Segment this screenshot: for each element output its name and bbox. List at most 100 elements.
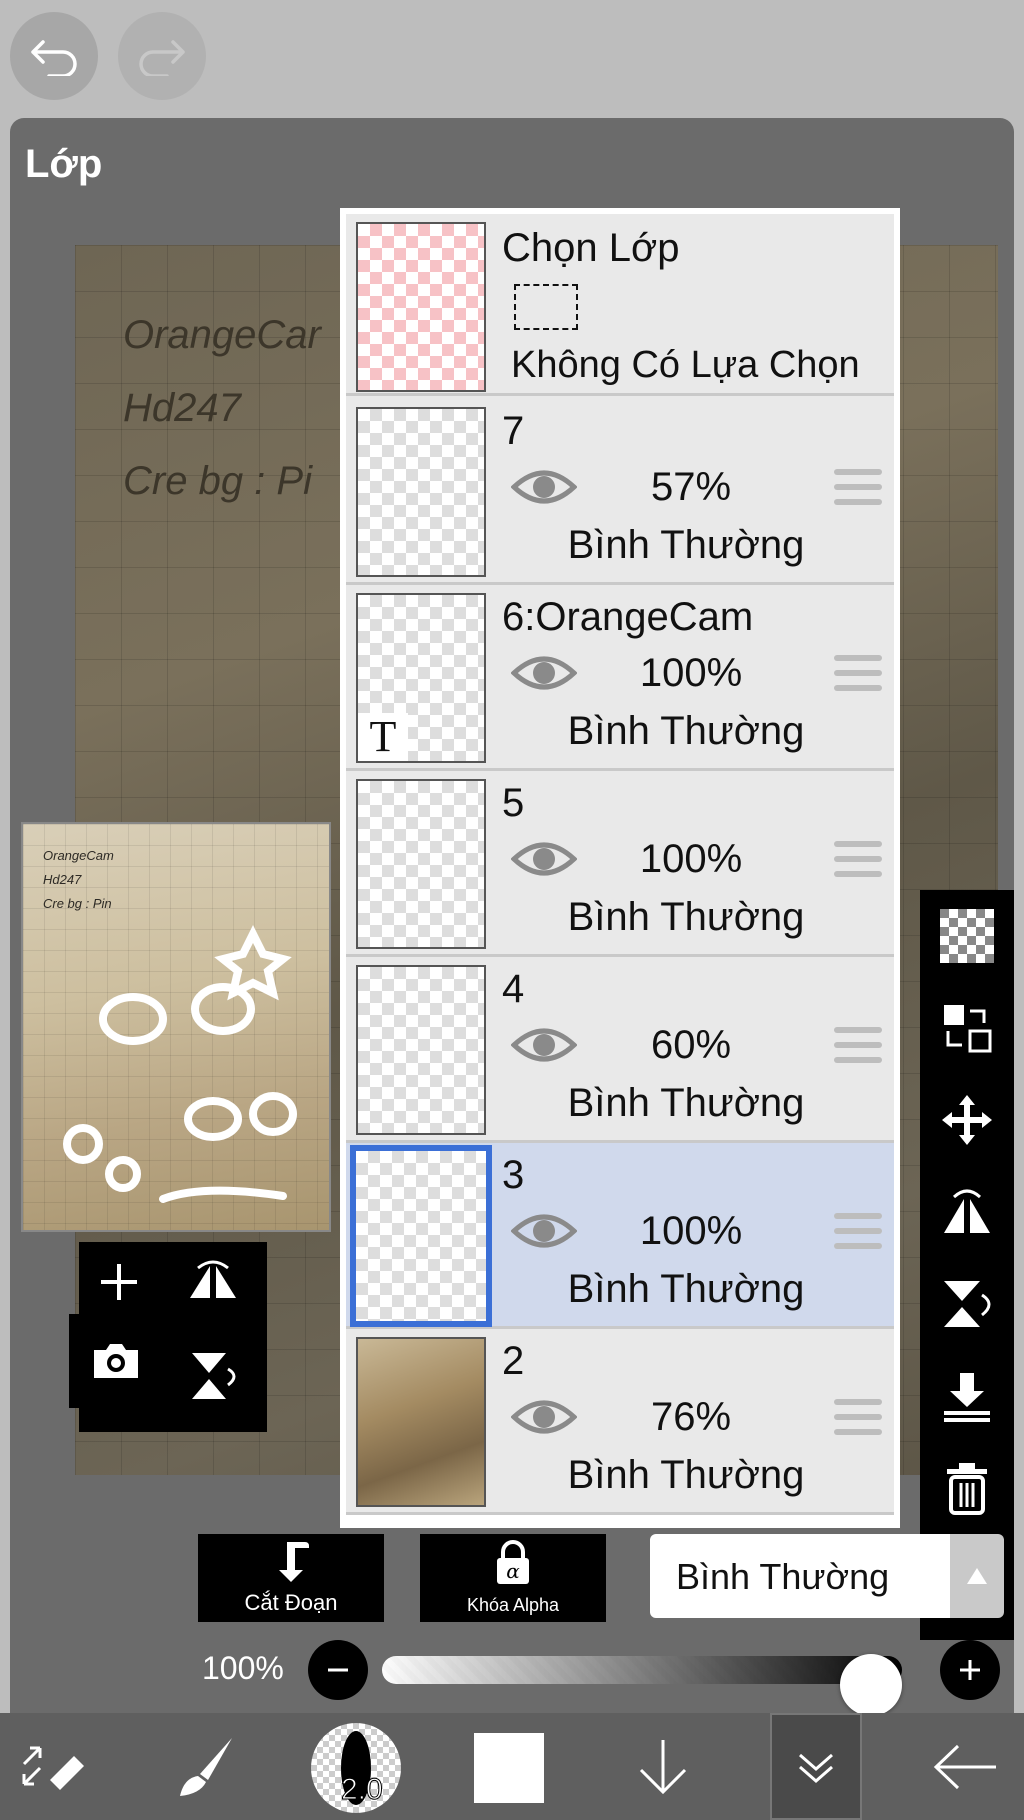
selection-layer-title: Chọn Lớp <box>502 226 680 270</box>
layer-blend-mode: Bình Thường <box>567 1453 805 1497</box>
plus-icon <box>101 1264 137 1300</box>
brush-icon <box>180 1737 232 1796</box>
drag-handle-icon[interactable] <box>834 655 882 693</box>
layer-panel: Lớp OrangeCar Hd247 Cre bg : Pi OrangeCa… <box>10 118 1014 1713</box>
back-button[interactable] <box>910 1713 1020 1820</box>
redo-icon <box>139 40 185 76</box>
triangle-up-icon <box>967 1568 987 1584</box>
opacity-slider-knob[interactable] <box>840 1654 902 1716</box>
transform-tool-button[interactable] <box>0 1713 110 1820</box>
layer-thumbnail <box>350 1145 492 1327</box>
transparent-fill-button[interactable] <box>920 890 1014 982</box>
rotate-flip-horizontal-button[interactable] <box>920 1166 1014 1258</box>
layer-opacity: 57% <box>650 465 732 509</box>
layer-name: 2 <box>502 1339 525 1383</box>
camera-button[interactable] <box>69 1314 163 1408</box>
layer-row[interactable]: 4 60% Bình Thường <box>346 957 894 1143</box>
layer-row[interactable]: 5 100% Bình Thường <box>346 771 894 957</box>
layers-panel-button[interactable] <box>770 1713 862 1820</box>
drag-handle-icon[interactable] <box>834 841 882 879</box>
camera-icon <box>94 1344 138 1378</box>
add-layer-button[interactable] <box>79 1242 159 1322</box>
opacity-increase-button[interactable] <box>940 1640 1000 1700</box>
double-chevron-down-icon <box>799 1753 833 1783</box>
layer-row[interactable]: 2 76% Bình Thường <box>346 1329 894 1515</box>
drag-handle-icon[interactable] <box>834 1213 882 1251</box>
visibility-toggle[interactable] <box>510 1209 578 1253</box>
swap-layer-button[interactable] <box>920 982 1014 1074</box>
opacity-slider[interactable] <box>382 1654 902 1716</box>
layer-row[interactable]: 7 57% Bình Thường <box>346 399 894 585</box>
clipping-button[interactable]: Cắt Đoạn <box>198 1534 384 1622</box>
rotate-flip-vertical-button[interactable] <box>920 1258 1014 1350</box>
layer-actions-bar: Cắt Đoạn α Khóa Alpha Bình Thường <box>198 1534 1004 1622</box>
layer-thumbnail <box>356 1337 486 1507</box>
clipping-arrow-icon <box>279 1542 309 1582</box>
layer-blend-mode: Bình Thường <box>567 895 805 939</box>
layer-list: Chọn Lớp Không Có Lựa Chọn 7 57% Bình Th… <box>340 208 900 1528</box>
eye-icon <box>510 1214 578 1248</box>
layer-name: 4 <box>502 967 525 1011</box>
layer-thumbnail <box>356 965 486 1135</box>
selection-status: Không Có Lựa Chọn <box>511 344 860 386</box>
drag-handle-icon[interactable] <box>834 469 882 507</box>
opacity-row: 100% <box>198 1640 1004 1716</box>
layer-row[interactable]: T 6:OrangeCam 100% Bình Thường <box>346 585 894 771</box>
panel-title: Lớp <box>25 142 103 186</box>
visibility-toggle[interactable] <box>510 651 578 695</box>
layer-blend-mode: Bình Thường <box>567 1081 805 1125</box>
arrow-down-icon <box>639 1739 687 1794</box>
alpha-lock-button[interactable]: α Khóa Alpha <box>420 1534 606 1622</box>
selection-layer-row[interactable]: Chọn Lớp Không Có Lựa Chọn <box>346 214 894 396</box>
layer-opacity: 100% <box>639 837 743 881</box>
svg-text:α: α <box>506 1559 520 1583</box>
layer-thumbnail <box>356 779 486 949</box>
sticker-artwork <box>63 925 297 1203</box>
flip-vertical-button[interactable] <box>173 1336 253 1416</box>
move-button[interactable] <box>920 1074 1014 1166</box>
layer-blend-mode: Bình Thường <box>567 1267 805 1311</box>
eye-icon <box>510 656 578 690</box>
swap-icon <box>944 1005 992 1053</box>
layer-row[interactable]: 3 100% Bình Thường <box>346 1143 894 1329</box>
visibility-toggle[interactable] <box>510 465 578 509</box>
brush-size-value: 2.0 <box>341 1773 384 1807</box>
layer-blend-mode: Bình Thường <box>567 523 805 567</box>
drag-handle-icon[interactable] <box>834 1399 882 1437</box>
visibility-toggle[interactable] <box>510 1023 578 1067</box>
drag-handle-icon[interactable] <box>834 1027 882 1065</box>
right-tool-group <box>920 890 1014 1640</box>
opacity-value: 100% <box>202 1650 284 1686</box>
delete-layer-button[interactable] <box>920 1442 1014 1534</box>
checkerboard-icon <box>940 909 994 963</box>
eye-icon <box>510 1400 578 1434</box>
flip-horizontal-button[interactable] <box>173 1242 253 1322</box>
canvas-preview[interactable]: OrangeCam Hd247 Cre bg : Pin <box>21 822 331 1232</box>
visibility-toggle[interactable] <box>510 837 578 881</box>
eye-icon <box>510 470 578 504</box>
layer-opacity: 100% <box>639 1209 743 1253</box>
layer-down-button[interactable] <box>608 1713 718 1820</box>
visibility-toggle[interactable] <box>510 1395 578 1439</box>
redo-button[interactable] <box>118 12 206 100</box>
layer-thumbnail: T <box>356 593 486 763</box>
layer-name: 7 <box>502 409 525 453</box>
layer-thumbnail <box>356 407 486 577</box>
layer-name: 6:OrangeCam <box>502 595 754 639</box>
arrow-left-icon <box>933 1744 996 1789</box>
brush-tool-button[interactable] <box>150 1713 260 1820</box>
undo-button[interactable] <box>10 12 98 100</box>
blend-mode-dropdown-button[interactable] <box>950 1534 1004 1618</box>
transform-icon <box>22 1746 84 1790</box>
opacity-decrease-button[interactable] <box>308 1640 368 1700</box>
eye-icon <box>510 1028 578 1062</box>
bottom-toolbar: 2.0 <box>0 1713 1024 1820</box>
brush-size-button[interactable]: 2.0 <box>311 1723 401 1813</box>
layer-opacity: 100% <box>639 651 743 695</box>
eye-icon <box>510 842 578 876</box>
merge-down-button[interactable] <box>920 1350 1014 1442</box>
color-swatch[interactable] <box>474 1733 544 1803</box>
undo-icon <box>31 40 77 76</box>
layer-name: 3 <box>502 1153 525 1197</box>
blend-mode-select[interactable]: Bình Thường <box>650 1534 950 1618</box>
